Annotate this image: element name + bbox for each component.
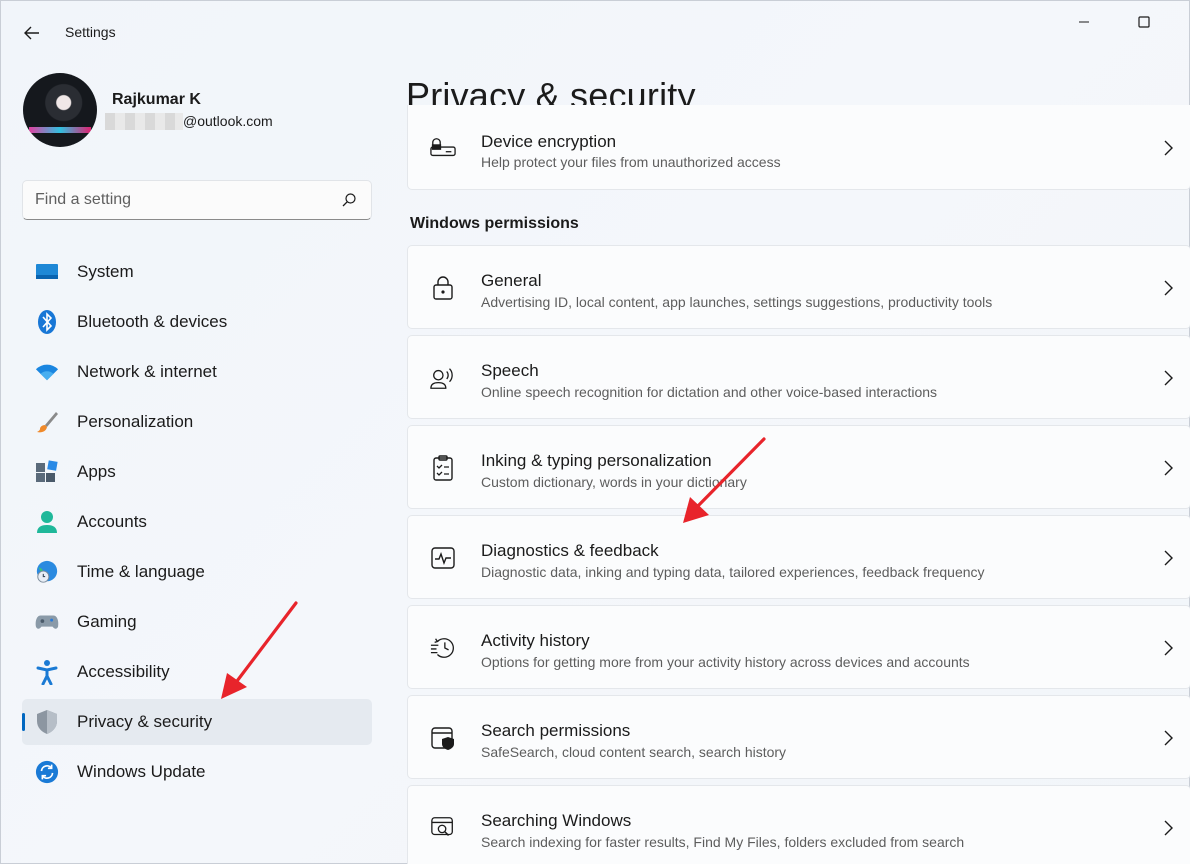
- maximize-button[interactable]: [1121, 9, 1167, 35]
- title-bar: Settings: [1, 1, 1189, 63]
- clipboard-icon: [430, 455, 456, 481]
- sidebar-item-windows-update[interactable]: Windows Update: [22, 749, 372, 795]
- maximize-icon: [1138, 16, 1150, 28]
- search-icon[interactable]: [341, 192, 357, 208]
- card-description: Custom dictionary, words in your diction…: [481, 474, 747, 490]
- sidebar-item-label: Personalization: [77, 412, 194, 431]
- chevron-right-icon: [1164, 370, 1173, 386]
- sidebar-nav: System Bluetooth & devices Network & int…: [22, 249, 372, 799]
- sidebar-item-accounts[interactable]: Accounts: [22, 499, 372, 545]
- card-device-encryption[interactable]: Device encryption Help protect your file…: [407, 105, 1190, 190]
- sidebar-item-label: Accessibility: [77, 662, 170, 681]
- sidebar-item-label: Accounts: [77, 512, 147, 531]
- email-redaction: [105, 113, 183, 130]
- back-button[interactable]: [15, 19, 49, 47]
- card-title: General: [481, 271, 542, 290]
- accessibility-icon: [35, 660, 59, 685]
- pulse-icon: [430, 545, 456, 571]
- update-icon: [35, 760, 59, 784]
- sidebar-item-privacy-security[interactable]: Privacy & security: [22, 699, 372, 745]
- card-description: Online speech recognition for dictation …: [481, 384, 938, 400]
- brush-icon: [35, 410, 59, 434]
- avatar[interactable]: [23, 73, 97, 147]
- sidebar-item-apps[interactable]: Apps: [22, 449, 372, 495]
- sidebar-item-label: Time & language: [77, 562, 205, 581]
- card-description: SafeSearch, cloud content search, search…: [481, 744, 787, 760]
- bluetooth-icon: [35, 310, 59, 334]
- sidebar-item-label: Apps: [77, 462, 116, 481]
- sidebar-item-label: Network & internet: [77, 362, 217, 381]
- shield-icon: [35, 710, 59, 734]
- card-title: Diagnostics & feedback: [481, 541, 659, 560]
- lock-icon: [430, 275, 456, 301]
- sidebar-item-label: Privacy & security: [77, 712, 213, 731]
- history-icon: [430, 635, 456, 661]
- sidebar-item-label: Windows Update: [77, 762, 206, 781]
- card-title: Activity history: [481, 631, 590, 650]
- chevron-right-icon: [1164, 550, 1173, 566]
- search-input[interactable]: [35, 181, 335, 219]
- gamepad-icon: [35, 610, 59, 634]
- system-icon: [35, 260, 59, 284]
- card-title: Searching Windows: [481, 811, 632, 830]
- card-general[interactable]: General Advertising ID, local content, a…: [407, 245, 1190, 329]
- chevron-right-icon: [1164, 820, 1173, 836]
- card-title: Speech: [481, 361, 539, 380]
- card-activity-history[interactable]: Activity history Options for getting mor…: [407, 605, 1190, 689]
- minimize-icon: [1079, 21, 1089, 23]
- accounts-icon: [35, 510, 59, 534]
- card-description: Help protect your files from unauthorize…: [481, 154, 781, 170]
- wifi-icon: [35, 360, 59, 384]
- chevron-right-icon: [1164, 140, 1173, 156]
- sidebar-item-label: Bluetooth & devices: [77, 312, 228, 331]
- encryption-icon: [430, 135, 456, 161]
- search-shield-icon: [430, 725, 456, 751]
- card-description: Options for getting more from your activ…: [481, 654, 970, 670]
- chevron-right-icon: [1164, 280, 1173, 296]
- sidebar-item-bluetooth[interactable]: Bluetooth & devices: [22, 299, 372, 345]
- card-diagnostics-feedback[interactable]: Diagnostics & feedback Diagnostic data, …: [407, 515, 1190, 599]
- app-title: Settings: [65, 24, 116, 40]
- sidebar-item-personalization[interactable]: Personalization: [22, 399, 372, 445]
- sidebar-item-label: System: [77, 262, 134, 281]
- search-box[interactable]: [22, 180, 372, 220]
- chevron-right-icon: [1164, 460, 1173, 476]
- card-title: Inking & typing personalization: [481, 451, 712, 470]
- sidebar-item-network[interactable]: Network & internet: [22, 349, 372, 395]
- card-description: Diagnostic data, inking and typing data,…: [481, 564, 985, 580]
- user-email: @outlook.com: [183, 113, 273, 129]
- apps-icon: [35, 460, 59, 484]
- sidebar-item-label: Gaming: [77, 612, 137, 631]
- section-heading: Windows permissions: [410, 215, 579, 232]
- user-name: Rajkumar K: [112, 91, 201, 108]
- card-searching-windows[interactable]: Searching Windows Search indexing for fa…: [407, 785, 1190, 864]
- card-title: Device encryption: [481, 132, 617, 151]
- card-search-permissions[interactable]: Search permissions SafeSearch, cloud con…: [407, 695, 1190, 779]
- sidebar-item-gaming[interactable]: Gaming: [22, 599, 372, 645]
- card-title: Search permissions: [481, 721, 631, 740]
- search-window-icon: [430, 815, 456, 841]
- sidebar-item-system[interactable]: System: [22, 249, 372, 295]
- sidebar-item-accessibility[interactable]: Accessibility: [22, 649, 372, 695]
- card-speech[interactable]: Speech Online speech recognition for dic…: [407, 335, 1190, 419]
- sidebar-item-time-language[interactable]: Time & language: [22, 549, 372, 595]
- card-description: Advertising ID, local content, app launc…: [481, 294, 993, 310]
- chevron-right-icon: [1164, 730, 1173, 746]
- back-arrow-icon: [24, 26, 39, 40]
- chevron-right-icon: [1164, 640, 1173, 656]
- selected-indicator: [22, 713, 25, 731]
- minimize-button[interactable]: [1061, 9, 1107, 35]
- card-description: Search indexing for faster results, Find…: [481, 834, 965, 850]
- speech-icon: [430, 365, 456, 391]
- globe-clock-icon: [35, 560, 59, 584]
- settings-window: Settings Rajkumar K @outlook.com System …: [0, 0, 1190, 864]
- card-inking-typing[interactable]: Inking & typing personalization Custom d…: [407, 425, 1190, 509]
